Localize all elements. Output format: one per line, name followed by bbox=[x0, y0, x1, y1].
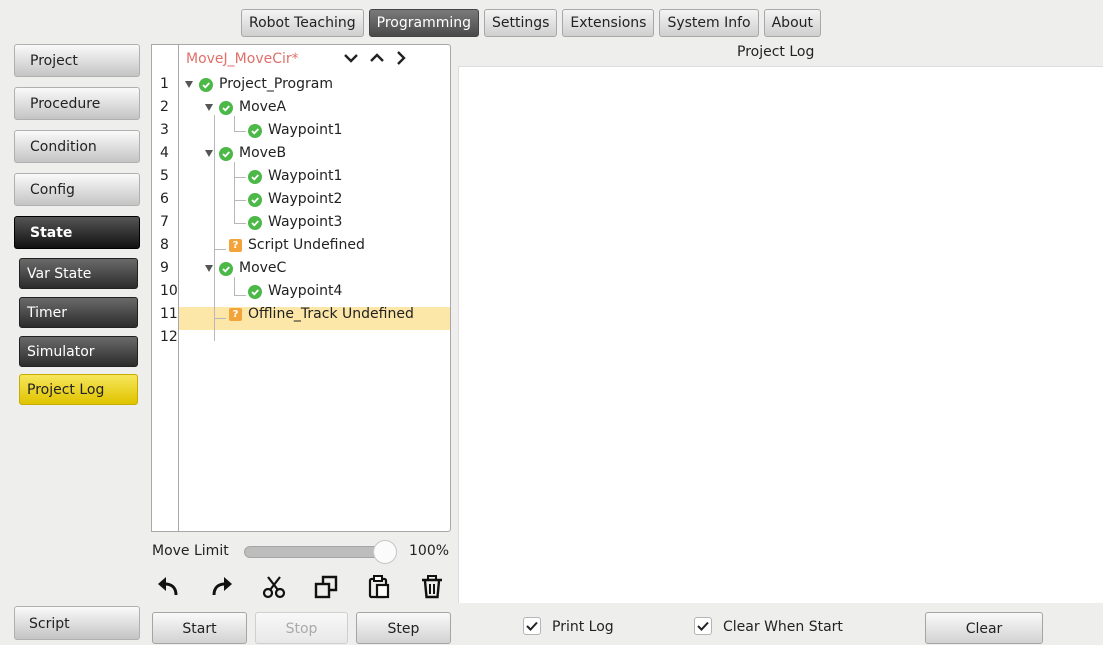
expand-triangle-icon[interactable] bbox=[185, 81, 193, 88]
chevron-right-icon[interactable] bbox=[392, 49, 410, 67]
program-name: MoveJ_MoveCir* bbox=[186, 51, 299, 67]
tree-node[interactable]: Project_Program bbox=[185, 73, 333, 96]
stop-button[interactable]: Stop bbox=[255, 612, 348, 644]
tree-node-label: MoveA bbox=[239, 99, 287, 115]
program-tree-panel: MoveJ_MoveCir* Project_Program MoveA Way… bbox=[178, 44, 451, 532]
tree-node[interactable]: MoveA bbox=[205, 96, 286, 119]
tree-node[interactable]: MoveB bbox=[205, 142, 286, 165]
tree-node-label: Script Undefined bbox=[248, 237, 365, 253]
sidebar-item-state[interactable]: State bbox=[14, 216, 140, 249]
check-ok-icon bbox=[199, 77, 213, 92]
chevron-up-icon[interactable] bbox=[368, 49, 386, 67]
paste-icon[interactable] bbox=[366, 574, 392, 600]
move-limit-track[interactable] bbox=[244, 546, 392, 558]
tab-settings[interactable]: Settings bbox=[484, 9, 558, 37]
expand-triangle-icon[interactable] bbox=[205, 150, 213, 157]
line-number: 2 bbox=[160, 99, 169, 115]
line-number: 7 bbox=[160, 214, 169, 230]
clear-when-start-checkbox[interactable] bbox=[694, 617, 712, 635]
tree-node[interactable]: MoveC bbox=[205, 257, 286, 280]
line-number: 11 bbox=[160, 306, 178, 322]
tree-node[interactable]: Waypoint1 bbox=[248, 119, 342, 142]
line-number: 9 bbox=[160, 260, 169, 276]
line-number: 3 bbox=[160, 122, 169, 138]
checkmark-icon bbox=[526, 621, 538, 631]
top-tab-bar: Robot Teaching Programming Settings Exte… bbox=[241, 9, 822, 37]
tree-node[interactable]: Waypoint1 bbox=[248, 165, 342, 188]
tree-node-label: Waypoint2 bbox=[268, 191, 343, 207]
print-log-checkbox[interactable] bbox=[523, 617, 541, 635]
copy-icon[interactable] bbox=[313, 574, 339, 600]
sidebar-item-procedure[interactable]: Procedure bbox=[14, 87, 140, 120]
check-ok-icon bbox=[248, 192, 262, 207]
move-limit-label: Move Limit bbox=[152, 543, 229, 559]
line-number: 4 bbox=[160, 145, 169, 161]
tab-extensions[interactable]: Extensions bbox=[562, 9, 655, 37]
sidebar-subitem-timer[interactable]: Timer bbox=[19, 297, 138, 328]
sidebar-item-config[interactable]: Config bbox=[14, 173, 140, 206]
sidebar-subitem-project-log[interactable]: Project Log bbox=[19, 374, 138, 405]
tree-node-label: Waypoint3 bbox=[268, 214, 343, 230]
project-log-output[interactable] bbox=[458, 66, 1103, 603]
step-button[interactable]: Step bbox=[356, 612, 451, 644]
tree-node[interactable]: Waypoint2 bbox=[248, 188, 342, 211]
check-ok-icon bbox=[248, 169, 262, 184]
tree-node-label: MoveB bbox=[239, 145, 287, 161]
line-number: 1 bbox=[160, 76, 169, 92]
line-number-gutter: 1 2 3 4 5 6 7 8 9 10 11 12 bbox=[151, 44, 178, 532]
line-number: 8 bbox=[160, 237, 169, 253]
chevron-down-icon[interactable] bbox=[342, 49, 360, 67]
tree-node[interactable]: Waypoint4 bbox=[248, 280, 342, 303]
tree-node-label: Project_Program bbox=[219, 76, 333, 92]
script-button[interactable]: Script bbox=[14, 606, 140, 640]
tab-programming[interactable]: Programming bbox=[368, 9, 479, 37]
check-ok-icon bbox=[248, 215, 262, 230]
move-limit-slider-handle[interactable] bbox=[373, 540, 397, 564]
check-ok-icon bbox=[219, 100, 233, 115]
expand-triangle-icon[interactable] bbox=[205, 265, 213, 272]
clear-log-button[interactable]: Clear bbox=[925, 612, 1043, 644]
tree-node-label: MoveC bbox=[239, 260, 287, 276]
sidebar-subitem-var-state[interactable]: Var State bbox=[19, 258, 138, 289]
sidebar-item-project[interactable]: Project bbox=[14, 44, 140, 77]
tree-node-selected[interactable]: ? Offline_Track Undefined bbox=[229, 303, 414, 326]
start-button[interactable]: Start bbox=[152, 612, 247, 644]
tree-node[interactable]: ? Script Undefined bbox=[229, 234, 365, 257]
check-ok-icon bbox=[219, 146, 233, 161]
move-limit-value: 100% bbox=[409, 543, 450, 559]
line-number: 5 bbox=[160, 168, 169, 184]
sidebar-item-condition[interactable]: Condition bbox=[14, 130, 140, 163]
tab-system-info[interactable]: System Info bbox=[659, 9, 759, 37]
tree-node-label: Waypoint1 bbox=[268, 122, 343, 138]
project-log-title: Project Log bbox=[737, 44, 815, 60]
line-number: 10 bbox=[160, 283, 178, 299]
sidebar-subitem-simulator[interactable]: Simulator bbox=[19, 336, 138, 367]
print-log-label: Print Log bbox=[552, 619, 614, 635]
cut-icon[interactable] bbox=[261, 574, 287, 600]
undo-icon[interactable] bbox=[156, 574, 182, 600]
tree-node[interactable]: Waypoint3 bbox=[248, 211, 342, 234]
check-ok-icon bbox=[219, 261, 233, 276]
expand-triangle-icon[interactable] bbox=[205, 104, 213, 111]
redo-icon[interactable] bbox=[208, 574, 234, 600]
checkmark-icon bbox=[697, 621, 709, 631]
line-number: 6 bbox=[160, 191, 169, 207]
tree-node-label: Waypoint1 bbox=[268, 168, 343, 184]
check-ok-icon bbox=[248, 123, 262, 138]
tab-robot-teaching[interactable]: Robot Teaching bbox=[241, 9, 364, 37]
tree-node-label: Offline_Track Undefined bbox=[248, 306, 414, 322]
tab-about[interactable]: About bbox=[763, 9, 822, 37]
line-number: 12 bbox=[160, 329, 178, 345]
tree-node-label: Waypoint4 bbox=[268, 283, 343, 299]
undefined-warning-icon: ? bbox=[229, 308, 242, 321]
check-ok-icon bbox=[248, 284, 262, 299]
clear-when-start-label: Clear When Start bbox=[723, 619, 843, 635]
delete-icon[interactable] bbox=[419, 574, 445, 600]
undefined-warning-icon: ? bbox=[229, 239, 242, 252]
